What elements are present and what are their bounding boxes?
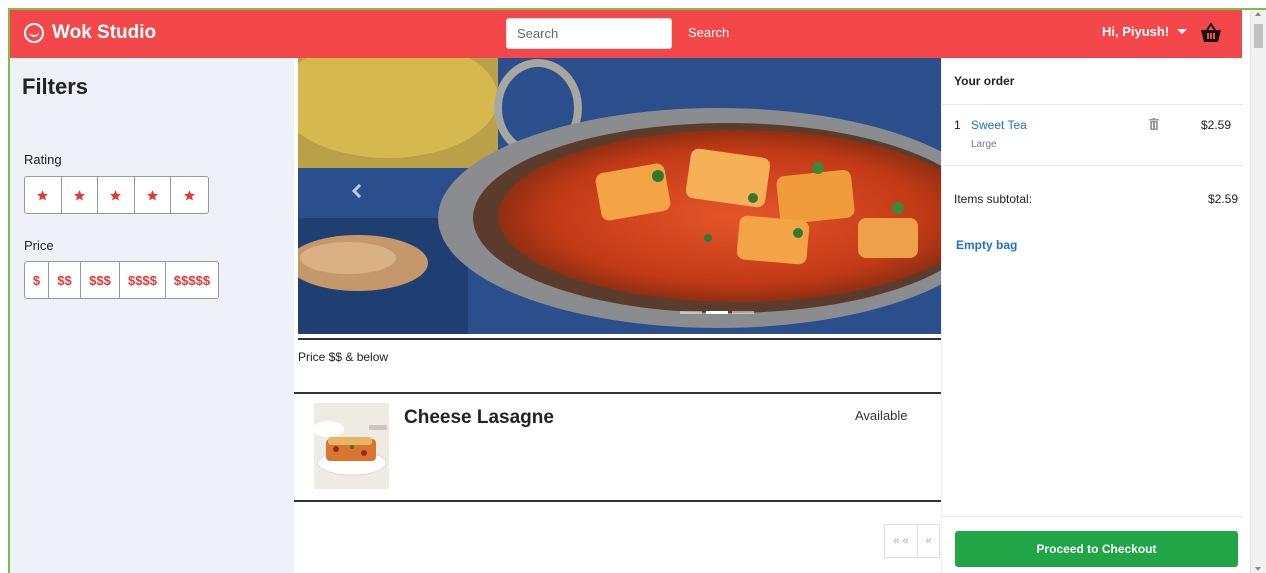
star-icon	[183, 189, 195, 201]
star-icon	[110, 189, 122, 201]
first-page-button[interactable]: « «	[884, 524, 918, 558]
star-icon	[146, 189, 158, 201]
divider	[942, 104, 1243, 105]
search-input[interactable]	[506, 18, 672, 49]
carousel-indicators	[680, 311, 754, 314]
page-scrollbar[interactable]	[1250, 10, 1266, 573]
order-item-name[interactable]: Sweet Tea	[971, 118, 1027, 132]
divider	[298, 338, 941, 340]
hero-carousel	[298, 58, 941, 334]
rating-star-button[interactable]	[171, 177, 208, 213]
price-option-button[interactable]: $$$$	[120, 262, 166, 298]
filters-panel: Filters Rating Price $ $$ $$$ $$$$ $$$$$	[10, 58, 294, 573]
rating-label: Rating	[24, 152, 62, 167]
order-item-qty: 1	[954, 118, 961, 132]
dish-row[interactable]: Cheese Lasagne Available	[298, 394, 941, 502]
dish-name[interactable]: Cheese Lasagne	[404, 407, 554, 429]
price-option-button[interactable]: $$$$$	[166, 262, 218, 298]
subtotal-value: $2.59	[1208, 192, 1239, 206]
rating-star-button[interactable]	[98, 177, 135, 213]
brand-name: Wok Studio	[52, 22, 157, 43]
order-title: Your order	[954, 74, 1015, 88]
rating-star-button[interactable]	[62, 177, 98, 213]
app-window: Wok Studio Search Hi, Piyush! Filters Ra…	[8, 8, 1266, 573]
subtotal-label: Items subtotal:	[954, 192, 1033, 206]
divider	[942, 165, 1243, 166]
filters-title: Filters	[22, 74, 89, 99]
caret-down-icon	[1177, 29, 1188, 34]
availability-status: Available	[855, 408, 908, 423]
user-menu[interactable]: Hi, Piyush!	[1102, 24, 1188, 39]
carousel-indicator[interactable]	[706, 311, 728, 314]
price-filter-group: $ $$ $$$ $$$$ $$$$$	[24, 261, 219, 299]
pagination: « « «	[884, 524, 940, 558]
search-button[interactable]: Search	[688, 25, 729, 40]
dish-thumbnail	[314, 403, 389, 489]
order-item-size: Large	[971, 139, 997, 150]
brand-link[interactable]: Wok Studio	[24, 22, 156, 44]
price-option-button[interactable]: $$$	[81, 262, 120, 298]
scroll-up-icon[interactable]	[1255, 12, 1261, 16]
divider	[942, 516, 1243, 517]
basket-icon[interactable]	[1199, 21, 1223, 45]
order-item-price: $2.59	[1201, 118, 1232, 132]
price-label: Price	[24, 238, 54, 253]
star-icon	[73, 189, 85, 201]
logo-icon	[24, 23, 44, 43]
price-option-button[interactable]: $	[25, 262, 49, 298]
checkout-button[interactable]: Proceed to Checkout	[955, 531, 1238, 567]
carousel-indicator[interactable]	[732, 311, 754, 314]
order-panel: Your order 1 Sweet Tea Large $2.59 Items…	[941, 58, 1243, 573]
rating-filter-group	[24, 176, 209, 214]
scroll-down-icon[interactable]	[1255, 567, 1261, 571]
user-greeting: Hi, Piyush!	[1102, 24, 1170, 39]
top-navbar: Wok Studio Search Hi, Piyush!	[10, 10, 1242, 58]
star-icon	[37, 189, 49, 201]
hero-food-image	[298, 58, 941, 334]
scroll-thumb[interactable]	[1254, 24, 1263, 48]
rating-star-button[interactable]	[135, 177, 171, 213]
divider	[294, 500, 941, 502]
price-option-button[interactable]: $$	[49, 262, 81, 298]
empty-bag-link[interactable]: Empty bag	[956, 238, 1017, 252]
carousel-indicator[interactable]	[680, 311, 702, 314]
prev-page-button[interactable]: «	[918, 524, 940, 558]
price-filter-note: Price $$ & below	[298, 350, 389, 364]
rating-star-button[interactable]	[25, 177, 62, 213]
trash-icon[interactable]	[1149, 118, 1159, 130]
